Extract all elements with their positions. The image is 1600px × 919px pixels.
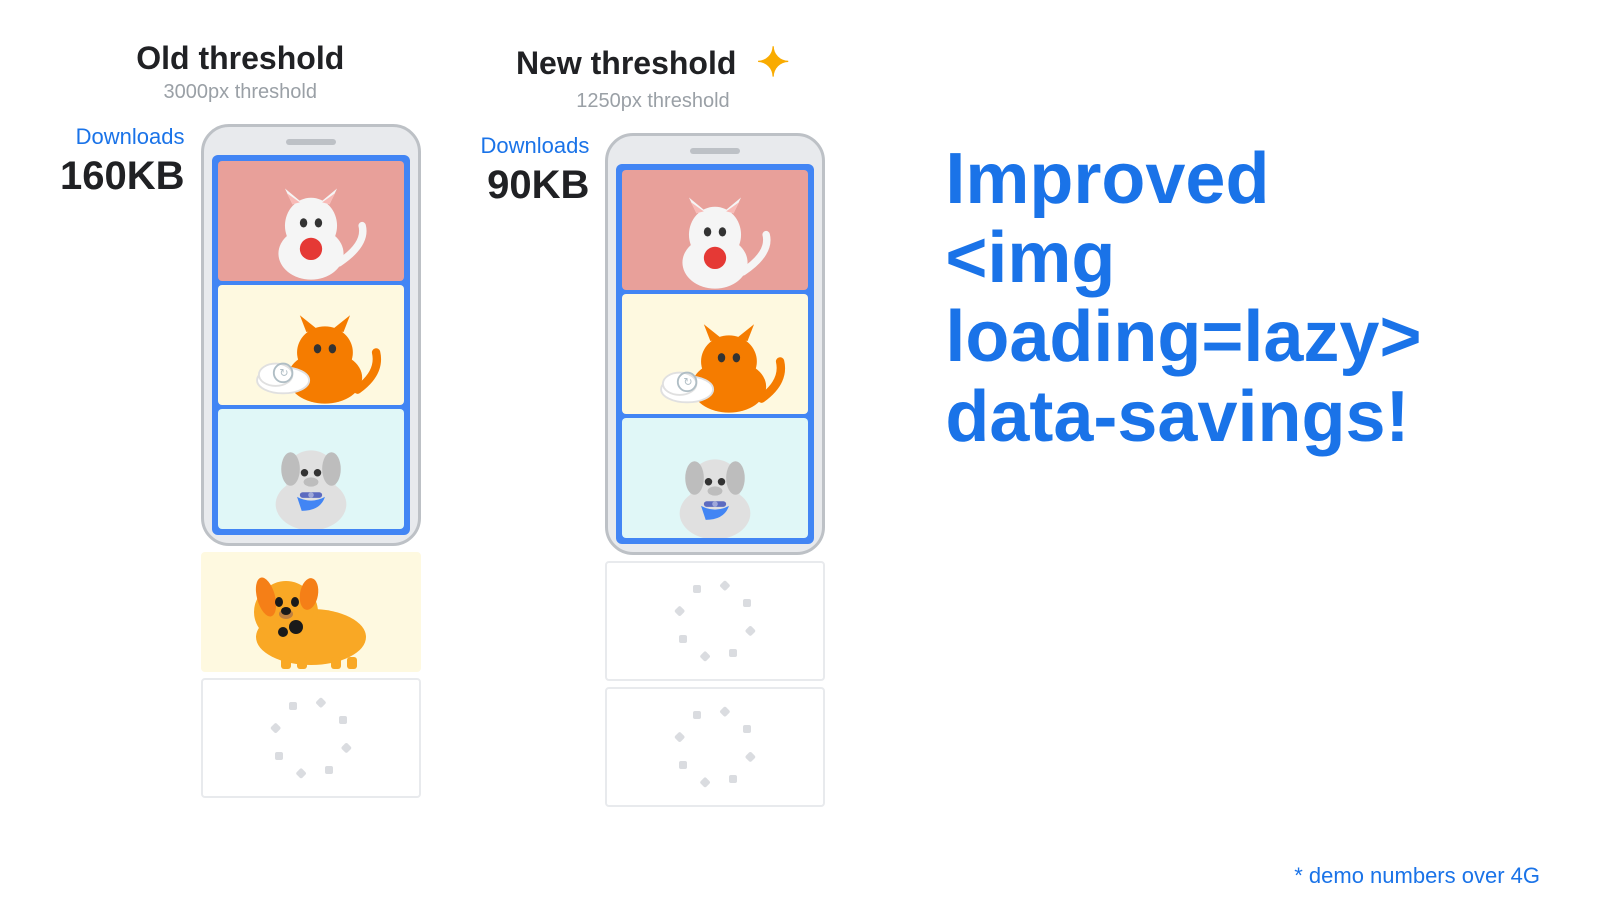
new-cat-yellow-svg: ↻ (622, 294, 808, 414)
right-panel: Improved <img loading=lazy> data-savings… (905, 40, 1540, 467)
svg-text:↻: ↻ (279, 368, 288, 380)
new-downloads-text: Downloads (481, 133, 590, 159)
new-spinner-icon-2 (693, 725, 737, 769)
old-phone-screen: ↻ (212, 155, 410, 535)
new-image-dog-blue (622, 418, 808, 538)
old-downloads-text: Downloads (60, 124, 185, 150)
old-threshold-title-text: Old threshold (136, 40, 344, 77)
new-phone-mockup: ↻ (605, 133, 825, 555)
new-threshold-sub: 1250px threshold (516, 90, 790, 113)
main-container: Old threshold 3000px threshold Downloads… (0, 0, 1600, 919)
new-cat-red-svg (622, 170, 808, 290)
old-image-dog-standing (201, 552, 421, 672)
sparkle-icon: ✦ (756, 40, 790, 86)
dog-blue-svg (218, 409, 404, 529)
old-spinner-icon (289, 716, 333, 760)
main-line3: data-savings! (945, 377, 1409, 457)
new-image-cat-yellow: ↻ (622, 294, 808, 414)
old-phone-speaker (286, 139, 336, 145)
old-image-dog-blue (218, 409, 404, 529)
old-threshold-header: Old threshold 3000px threshold (136, 40, 344, 104)
old-downloads-size: 160KB (60, 154, 185, 199)
improved-title: Improved <img loading=lazy> data-savings… (945, 140, 1540, 457)
new-phone-speaker (690, 148, 740, 154)
old-threshold-sub: 3000px threshold (136, 81, 344, 104)
new-threshold-header: New threshold ✦ 1250px threshold (516, 40, 790, 113)
new-downloads-label: Downloads 90KB (481, 133, 590, 208)
old-section-inner: Downloads 160KB (60, 124, 421, 798)
old-threshold-title: Old threshold (136, 40, 344, 77)
main-line2: <img loading=lazy> (945, 218, 1421, 377)
new-section-inner: Downloads 90KB (481, 133, 826, 807)
new-downloads-size: 90KB (481, 163, 590, 208)
new-phone-screen: ↻ (616, 164, 814, 544)
old-downloads-label: Downloads 160KB (60, 124, 185, 199)
cat-red-svg (218, 161, 404, 281)
new-threshold-section: New threshold ✦ 1250px threshold Downloa… (481, 40, 826, 807)
old-image-cat-yellow: ↻ (218, 285, 404, 405)
old-loading-placeholder (201, 678, 421, 798)
dog-standing-svg (201, 552, 421, 672)
new-below-phone (605, 561, 825, 807)
main-line1: Improved (945, 139, 1269, 219)
old-phone-column: ↻ (201, 124, 421, 798)
new-phone-column: ↻ (605, 133, 825, 807)
old-image-cat-red (218, 161, 404, 281)
new-loading-placeholder-2 (605, 687, 825, 807)
new-spinner-icon-1 (693, 599, 737, 643)
new-loading-placeholder-1 (605, 561, 825, 681)
old-below-phone (201, 552, 421, 798)
demo-note: * demo numbers over 4G (1294, 863, 1540, 889)
old-phone-mockup: ↻ (201, 124, 421, 546)
new-threshold-title-text: New threshold (516, 45, 736, 82)
cat-yellow-svg: ↻ (218, 285, 404, 405)
new-dog-blue-svg (622, 418, 808, 538)
new-image-cat-red (622, 170, 808, 290)
svg-text:↻: ↻ (684, 377, 693, 389)
old-threshold-section: Old threshold 3000px threshold Downloads… (60, 40, 421, 798)
new-threshold-title: New threshold ✦ (516, 40, 790, 86)
